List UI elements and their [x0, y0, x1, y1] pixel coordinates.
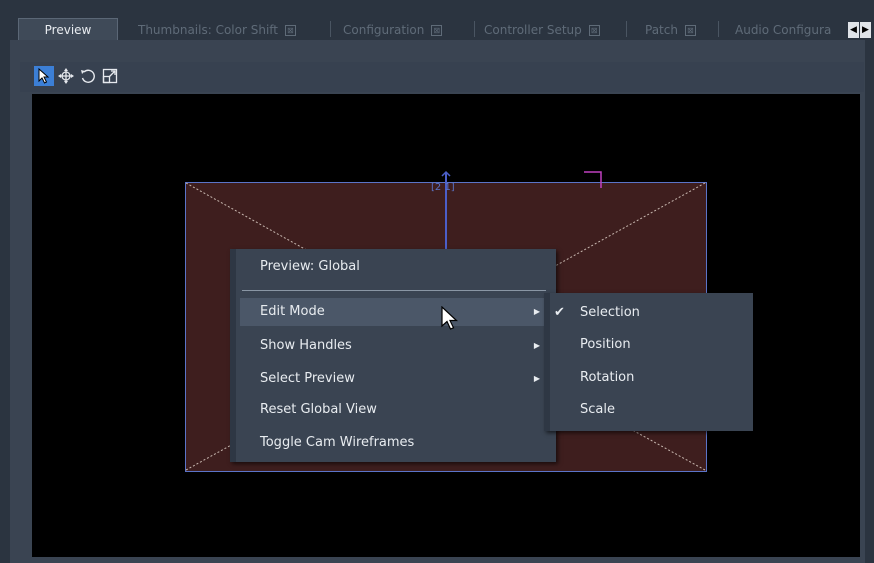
menu-item-toggle-cam-wireframes[interactable]: Toggle Cam Wireframes [240, 429, 550, 457]
submenu-item-label: Rotation [580, 370, 635, 385]
submenu-item-position[interactable]: Position [550, 329, 747, 361]
menu-item-select-preview[interactable]: Select Preview ▶ [240, 365, 550, 393]
submenu-item-label: Selection [580, 305, 640, 320]
scale-tool-button[interactable] [100, 66, 120, 86]
tab-thumbnails-color-shift[interactable]: Thumbnails: Color Shift ⊠ [138, 19, 326, 41]
scroll-right-icon[interactable]: ▶ [860, 22, 871, 38]
context-menu: Preview: Global Edit Mode ▶ Show Handles… [230, 249, 556, 462]
tab-preview[interactable]: Preview [18, 18, 118, 42]
menu-item-label: Edit Mode [260, 304, 325, 319]
preview-toolbar [20, 62, 864, 92]
tab-divider [626, 21, 627, 37]
edit-mode-submenu: ✔ Selection Position Rotation Scale [544, 293, 753, 431]
menu-item-show-handles[interactable]: Show Handles ▶ [240, 332, 550, 360]
tab-scroll-buttons: ◀ ▶ [848, 21, 872, 38]
menu-item-label: Reset Global View [260, 402, 377, 417]
menu-separator [242, 290, 546, 291]
tab-patch[interactable]: Patch ⊠ [645, 19, 715, 41]
tab-controller-setup[interactable]: Controller Setup ⊠ [484, 19, 619, 41]
menu-item-reset-global-view[interactable]: Reset Global View [240, 396, 550, 424]
tab-label: Controller Setup [484, 23, 582, 37]
scale-icon [102, 68, 118, 84]
tab-preview-label: Preview [44, 23, 92, 37]
submenu-item-label: Scale [580, 402, 615, 417]
close-icon[interactable]: ⊠ [284, 25, 296, 36]
rotate-tool-button[interactable] [78, 66, 98, 86]
close-icon[interactable]: ⊠ [588, 25, 600, 36]
close-icon[interactable]: ⊠ [684, 25, 696, 36]
tab-label: Thumbnails: Color Shift [138, 23, 279, 37]
tab-divider [718, 21, 719, 37]
context-menu-title: Preview: Global [260, 259, 360, 274]
move-icon [58, 68, 74, 84]
object-label: [2 1] [431, 182, 455, 193]
menu-item-edit-mode[interactable]: Edit Mode ▶ [240, 298, 550, 326]
submenu-arrow-icon: ▶ [533, 307, 540, 316]
close-icon[interactable]: ⊠ [431, 25, 443, 36]
menu-item-label: Select Preview [260, 371, 355, 386]
menu-item-label: Show Handles [260, 338, 352, 353]
submenu-item-label: Position [580, 337, 631, 352]
submenu-item-selection[interactable]: ✔ Selection [550, 297, 747, 329]
mouse-cursor-icon [441, 306, 459, 330]
submenu-arrow-icon: ▶ [533, 341, 540, 350]
tab-bar: Preview Thumbnails: Color Shift ⊠ Config… [0, 0, 874, 42]
tab-label: Configuration [343, 23, 425, 37]
select-tool-button[interactable] [34, 66, 54, 86]
submenu-item-rotation[interactable]: Rotation [550, 362, 747, 394]
arrow-cursor-icon [38, 67, 50, 84]
tab-audio-configuration[interactable]: Audio Configura [735, 19, 847, 41]
tab-divider [330, 21, 331, 37]
menu-item-label: Toggle Cam Wireframes [260, 435, 415, 450]
submenu-arrow-icon: ▶ [533, 374, 540, 383]
tab-configuration[interactable]: Configuration ⊠ [343, 19, 473, 41]
scroll-left-icon[interactable]: ◀ [848, 22, 859, 38]
tab-label: Audio Configura [735, 23, 832, 37]
checkmark-icon: ✔ [554, 305, 565, 320]
tab-label: Patch [645, 23, 678, 37]
tab-divider [474, 21, 475, 37]
rotate-icon [81, 69, 95, 83]
move-tool-button[interactable] [56, 66, 76, 86]
submenu-item-scale[interactable]: Scale [550, 394, 747, 426]
